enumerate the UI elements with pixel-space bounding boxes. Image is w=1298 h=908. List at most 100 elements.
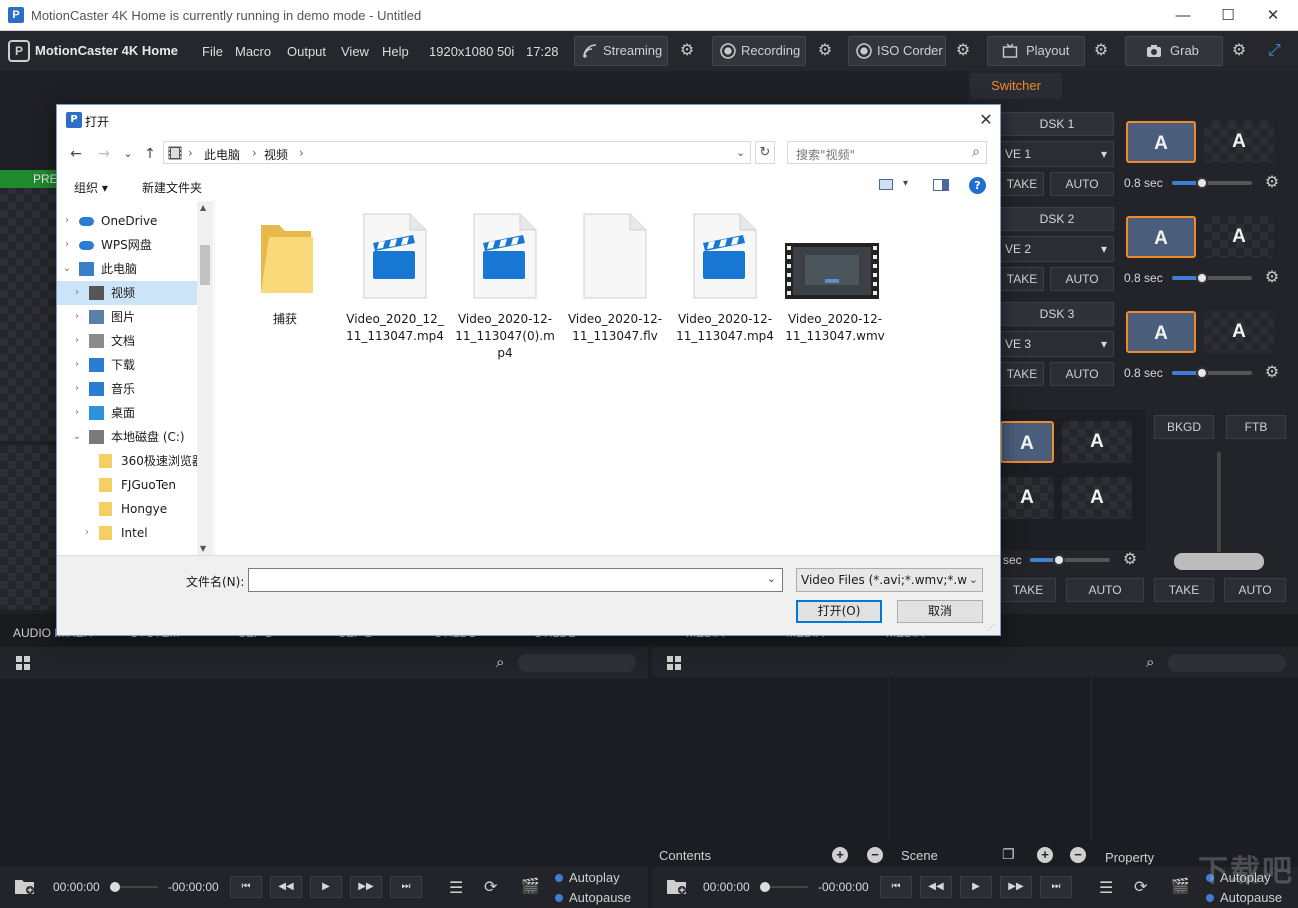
- forward-arrow-icon[interactable]: →: [93, 143, 115, 165]
- menu-macro[interactable]: Macro: [235, 44, 271, 59]
- transition-gear-icon[interactable]: ⚙: [1122, 552, 1138, 568]
- menu-file[interactable]: File: [202, 44, 223, 59]
- tree-expand-icon[interactable]: ›: [71, 305, 83, 329]
- dsk2-gear-icon[interactable]: ⚙: [1264, 270, 1280, 286]
- dsk2-tile-off[interactable]: A: [1204, 216, 1274, 258]
- left-play-icon[interactable]: ▶: [310, 876, 342, 898]
- grid-view-icon[interactable]: [14, 655, 32, 671]
- tree-item[interactable]: › 音乐: [57, 377, 213, 401]
- tree-item[interactable]: › WPS网盘: [57, 233, 213, 257]
- remove-scene-icon[interactable]: −: [1070, 847, 1086, 863]
- right-skip-end-icon[interactable]: ⏭: [1040, 876, 1072, 898]
- left-autopause-radio[interactable]: [555, 894, 563, 902]
- transition-tile-1[interactable]: A: [1000, 421, 1054, 463]
- up-arrow-icon[interactable]: ↑: [139, 143, 161, 165]
- tree-item[interactable]: Hongye: [57, 497, 213, 521]
- dsk1-take-button[interactable]: TAKE: [1000, 172, 1044, 196]
- address-bar[interactable]: › 此电脑 › 视频 › ⌄: [163, 141, 751, 164]
- tree-collapse-icon[interactable]: ⌄: [71, 425, 83, 449]
- left-step-back-icon[interactable]: ◀◀: [270, 876, 302, 898]
- file-item[interactable]: Video_2020-12-11_113047.wmv: [785, 213, 885, 363]
- ftb-take-button[interactable]: TAKE: [1154, 578, 1214, 602]
- minimize-button[interactable]: —: [1160, 0, 1206, 31]
- main-auto-button[interactable]: AUTO: [1066, 578, 1144, 602]
- streaming-settings-gear-icon[interactable]: ⚙: [679, 43, 695, 59]
- tbar-handle[interactable]: [1174, 553, 1264, 570]
- grab-button[interactable]: Grab: [1125, 36, 1223, 66]
- tree-collapse-icon[interactable]: ⌄: [61, 257, 73, 281]
- search-icon[interactable]: ⌕: [496, 654, 504, 671]
- tree-item[interactable]: › 文档: [57, 329, 213, 353]
- tree-expand-icon[interactable]: ›: [71, 401, 83, 425]
- tree-item[interactable]: › 桌面: [57, 401, 213, 425]
- ftb-auto-button[interactable]: AUTO: [1224, 578, 1286, 602]
- menu-output[interactable]: Output: [287, 44, 326, 59]
- iso-settings-gear-icon[interactable]: ⚙: [955, 43, 971, 59]
- recording-settings-gear-icon[interactable]: ⚙: [817, 43, 833, 59]
- preview-pane-icon[interactable]: [933, 179, 949, 191]
- cancel-button[interactable]: 取消: [897, 600, 983, 623]
- left-search-input[interactable]: [518, 654, 636, 672]
- add-media-icon[interactable]: [14, 876, 36, 896]
- right-loop-icon[interactable]: ⟳: [1134, 877, 1147, 897]
- copy-scene-icon[interactable]: ❐: [1002, 846, 1015, 863]
- dsk1-select[interactable]: VE 1 ▾: [1000, 141, 1114, 167]
- tree-item[interactable]: › 视频: [57, 281, 213, 305]
- right-autopause-radio[interactable]: [1206, 894, 1214, 902]
- main-take-button[interactable]: TAKE: [1000, 578, 1056, 602]
- transition-tile-4[interactable]: A: [1062, 477, 1132, 519]
- tree-item[interactable]: › 下载: [57, 353, 213, 377]
- organize-menu[interactable]: 组织 ▾: [74, 179, 108, 196]
- grab-settings-gear-icon[interactable]: ⚙: [1231, 43, 1247, 59]
- right-play-icon[interactable]: ▶: [960, 876, 992, 898]
- transition-slider-knob[interactable]: [1053, 554, 1065, 566]
- right-scrub-track[interactable]: [770, 886, 808, 888]
- menu-help[interactable]: Help: [382, 44, 409, 59]
- view-dropdown-icon[interactable]: ▾: [903, 178, 908, 189]
- breadcrumb-videos[interactable]: 视频: [264, 146, 288, 163]
- ftb-button[interactable]: FTB: [1226, 415, 1286, 439]
- bkgd-button[interactable]: BKGD: [1154, 415, 1214, 439]
- add-scene-icon[interactable]: +: [1037, 847, 1053, 863]
- close-window-button[interactable]: ✕: [1250, 0, 1296, 31]
- left-loop-icon[interactable]: ⟳: [484, 877, 497, 897]
- right-step-back-icon[interactable]: ◀◀: [920, 876, 952, 898]
- filetype-select[interactable]: Video Files (*.avi;*.wmv;*.wm ⌄: [796, 568, 983, 592]
- back-arrow-icon[interactable]: ←: [65, 143, 87, 165]
- change-view-icon[interactable]: [879, 179, 893, 190]
- right-search-input[interactable]: [1168, 654, 1286, 672]
- dsk1-tile-off[interactable]: A: [1204, 121, 1274, 163]
- add-content-icon[interactable]: +: [832, 847, 848, 863]
- navigation-scrollbar[interactable]: ▲ ▼: [197, 201, 213, 555]
- dsk2-take-button[interactable]: TAKE: [1000, 267, 1044, 291]
- search-input[interactable]: 搜索"视频" ⌕: [787, 141, 987, 164]
- left-clapper-icon[interactable]: 🎬: [521, 877, 540, 895]
- tree-item[interactable]: › Intel: [57, 521, 213, 545]
- tree-expand-icon[interactable]: ›: [61, 233, 73, 257]
- transition-tile-3[interactable]: A: [1000, 477, 1054, 519]
- playout-button[interactable]: Playout: [987, 36, 1085, 66]
- tree-expand-icon[interactable]: ›: [61, 209, 73, 233]
- file-item[interactable]: 捕获: [235, 213, 335, 363]
- dialog-close-button[interactable]: ✕: [975, 109, 997, 131]
- dsk1-slider-knob[interactable]: [1196, 177, 1208, 189]
- file-item[interactable]: Video_2020-12-11_113047(0).mp4: [455, 213, 555, 363]
- right-clapper-icon[interactable]: 🎬: [1171, 877, 1190, 895]
- left-step-forward-icon[interactable]: ▶▶: [350, 876, 382, 898]
- transition-tile-2[interactable]: A: [1062, 421, 1132, 463]
- left-skip-start-icon[interactable]: ⏮: [230, 876, 262, 898]
- remove-content-icon[interactable]: −: [867, 847, 883, 863]
- dsk3-take-button[interactable]: TAKE: [1000, 362, 1044, 386]
- left-list-icon[interactable]: ☰: [449, 878, 463, 898]
- tree-item[interactable]: › 图片: [57, 305, 213, 329]
- left-scrub-knob[interactable]: [110, 882, 120, 892]
- recording-button[interactable]: Recording: [712, 36, 806, 66]
- dsk2-auto-button[interactable]: AUTO: [1050, 267, 1114, 291]
- file-item[interactable]: Video_2020-12-11_113047.flv: [565, 213, 665, 363]
- tree-item[interactable]: 360极速浏览器: [57, 449, 213, 473]
- dsk3-tile-on[interactable]: A: [1126, 311, 1196, 353]
- file-item[interactable]: Video_2020-12-11_113047.mp4: [675, 213, 775, 363]
- dsk1-gear-icon[interactable]: ⚙: [1264, 175, 1280, 191]
- refresh-icon[interactable]: ↻: [755, 141, 775, 164]
- dsk3-select[interactable]: VE 3 ▾: [1000, 331, 1114, 357]
